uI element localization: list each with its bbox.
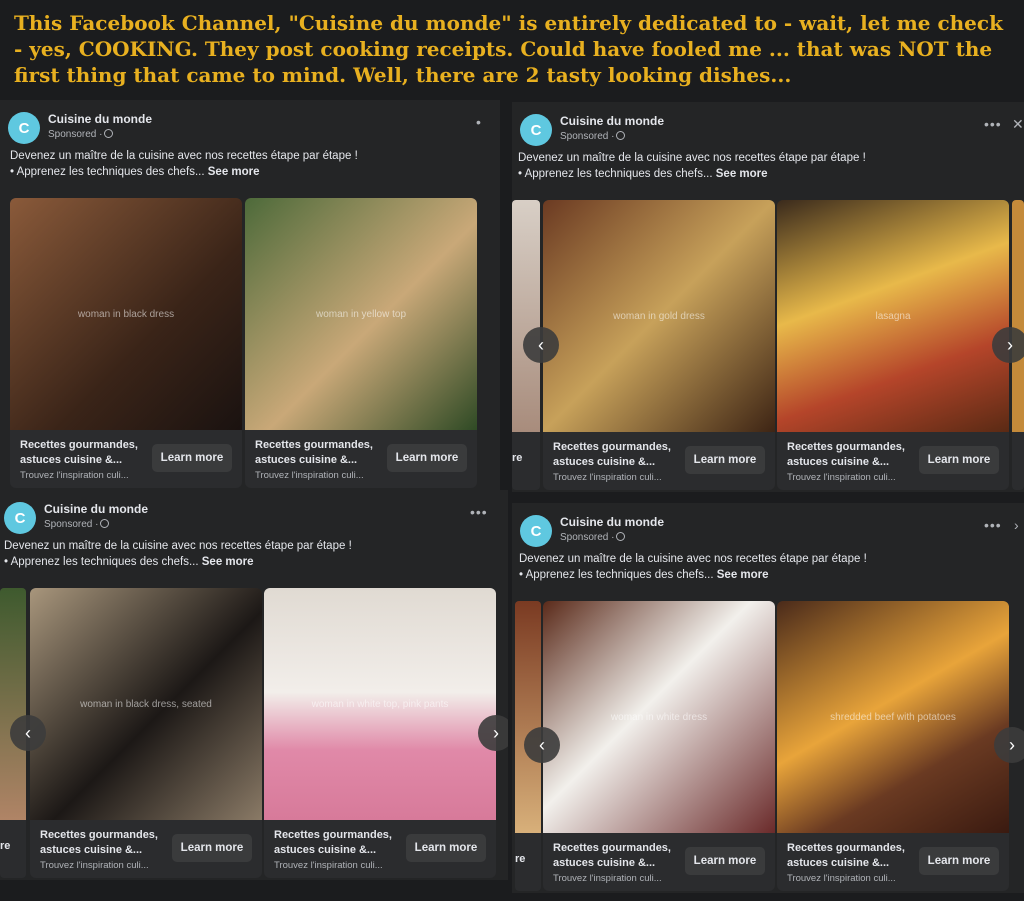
globe-icon [616, 532, 626, 541]
learn-more-button[interactable]: Learn more [387, 444, 467, 472]
post-text-line1: Devenez un maître de la cuisine avec nos… [519, 553, 867, 565]
learn-more-button[interactable]: Learn more [919, 446, 999, 474]
more-options-icon[interactable]: ••• [984, 517, 1002, 533]
learn-more-button[interactable]: Learn more [685, 847, 765, 875]
card-subtitle: Trouvez l'inspiration culi... [787, 472, 896, 483]
card-subtitle: Trouvez l'inspiration culi... [255, 470, 364, 481]
page-name-link[interactable]: Cuisine du monde [560, 114, 664, 128]
sponsored-label: Sponsored · [560, 532, 626, 543]
carousel-card[interactable]: woman in yellow top Recettes gourmandes,… [245, 198, 477, 488]
card-title: Recettes gourmandes, astuces cuisine &..… [787, 842, 905, 869]
sponsored-post-3: C Cuisine du monde Sponsored · ••• Deven… [0, 490, 508, 880]
card-subtitle: Trouvez l'inspiration culi... [274, 860, 383, 871]
learn-more-button[interactable]: Learn more [919, 847, 999, 875]
page-name-link[interactable]: Cuisine du monde [560, 515, 664, 529]
sponsored-label: Sponsored · [560, 131, 626, 142]
learn-more-button[interactable]: Learn more [685, 446, 765, 474]
carousel-next-button[interactable]: › [994, 727, 1024, 763]
sponsored-label: Sponsored · [48, 129, 114, 140]
sponsored-post-4: C Cuisine du monde Sponsored · ••• › Dev… [512, 503, 1024, 893]
sponsored-post-1: C Cuisine du monde Sponsored · • Devenez… [0, 100, 500, 492]
see-more-link[interactable]: See more [716, 168, 768, 180]
sponsored-label: Sponsored · [44, 519, 110, 530]
page-name-link[interactable]: Cuisine du monde [44, 502, 148, 516]
card-subtitle: Trouvez l'inspiration culi... [553, 472, 662, 483]
see-more-link[interactable]: See more [208, 166, 260, 178]
card-title: Recettes gourmandes, astuces cuisine &..… [40, 829, 158, 856]
ad-image[interactable]: woman in white top, pink pants [264, 588, 496, 820]
globe-icon [100, 519, 110, 528]
globe-icon [616, 131, 626, 140]
ad-image[interactable]: woman in yellow top [245, 198, 477, 430]
ad-image[interactable]: woman in black dress, seated [30, 588, 262, 820]
sponsored-post-2: C Cuisine du monde Sponsored · ••• ✕ Dev… [512, 102, 1024, 492]
learn-more-button[interactable]: Learn more [152, 444, 232, 472]
carousel-card[interactable]: lasagna Recettes gourmandes, astuces cui… [777, 200, 1009, 490]
page-avatar[interactable]: C [8, 112, 40, 144]
post-text-line1: Devenez un maître de la cuisine avec nos… [4, 540, 352, 552]
post-text-line2: • Apprenez les techniques des chefs... S… [519, 569, 769, 581]
card-title: Recettes gourmandes, astuces cuisine &..… [20, 439, 138, 466]
post-text-line2: • Apprenez les techniques des chefs... S… [4, 556, 254, 568]
ad-image[interactable]: woman in white dress [543, 601, 775, 833]
post-text-line2: • Apprenez les techniques des chefs... S… [10, 166, 260, 178]
carousel-card[interactable]: woman in white top, pink pants Recettes … [264, 588, 496, 878]
card-title: Recettes gourmandes, astuces cuisine &..… [274, 829, 392, 856]
card-title: Recettes gourmandes, astuces cuisine &..… [553, 441, 671, 468]
carousel-card[interactable]: woman in black dress Recettes gourmandes… [10, 198, 242, 488]
post-text-line1: Devenez un maître de la cuisine avec nos… [10, 150, 358, 162]
card-subtitle: Trouvez l'inspiration culi... [20, 470, 129, 481]
ad-image[interactable]: woman in black dress [10, 198, 242, 430]
card-title: Recettes gourmandes, astuces cuisine &..… [553, 842, 671, 869]
caption-text: This Facebook Channel, "Cuisine du monde… [14, 11, 1003, 87]
ad-image[interactable]: lasagna [777, 200, 1009, 432]
card-subtitle: Trouvez l'inspiration culi... [40, 860, 149, 871]
carousel-card[interactable]: woman in white dress Recettes gourmandes… [543, 601, 775, 891]
carousel-next-button[interactable]: › [992, 327, 1024, 363]
more-options-icon[interactable]: ••• [984, 116, 1002, 132]
more-options-icon[interactable]: • [476, 114, 482, 130]
carousel-card[interactable]: woman in gold dress Recettes gourmandes,… [543, 200, 775, 490]
carousel-prev-button[interactable]: ‹ [10, 715, 46, 751]
carousel-card[interactable]: woman in black dress, seated Recettes go… [30, 588, 262, 878]
post-text-line1: Devenez un maître de la cuisine avec nos… [518, 152, 866, 164]
see-more-link[interactable]: See more [202, 556, 254, 568]
carousel-card[interactable]: shredded beef with potatoes Recettes gou… [777, 601, 1009, 891]
more-options-icon[interactable]: ••• [470, 504, 488, 520]
chevron-right-icon[interactable]: › [1014, 517, 1019, 533]
card-subtitle: Trouvez l'inspiration culi... [553, 873, 662, 884]
ad-image[interactable]: woman in gold dress [543, 200, 775, 432]
card-title: Recettes gourmandes, astuces cuisine &..… [255, 439, 373, 466]
close-icon[interactable]: ✕ [1012, 116, 1024, 133]
carousel-next-button[interactable]: › [478, 715, 508, 751]
page-avatar[interactable]: C [520, 515, 552, 547]
ad-image[interactable]: shredded beef with potatoes [777, 601, 1009, 833]
page-avatar[interactable]: C [4, 502, 36, 534]
card-title: Recettes gourmandes, astuces cuisine &..… [787, 441, 905, 468]
learn-more-button[interactable]: Learn more [406, 834, 486, 862]
see-more-link[interactable]: See more [717, 569, 769, 581]
globe-icon [104, 129, 114, 138]
post-text-line2: • Apprenez les techniques des chefs... S… [518, 168, 768, 180]
page-name-link[interactable]: Cuisine du monde [48, 112, 152, 126]
card-subtitle: Trouvez l'inspiration culi... [787, 873, 896, 884]
learn-more-button[interactable]: Learn more [172, 834, 252, 862]
carousel-prev-button[interactable]: ‹ [523, 327, 559, 363]
page-avatar[interactable]: C [520, 114, 552, 146]
carousel-prev-button[interactable]: ‹ [524, 727, 560, 763]
